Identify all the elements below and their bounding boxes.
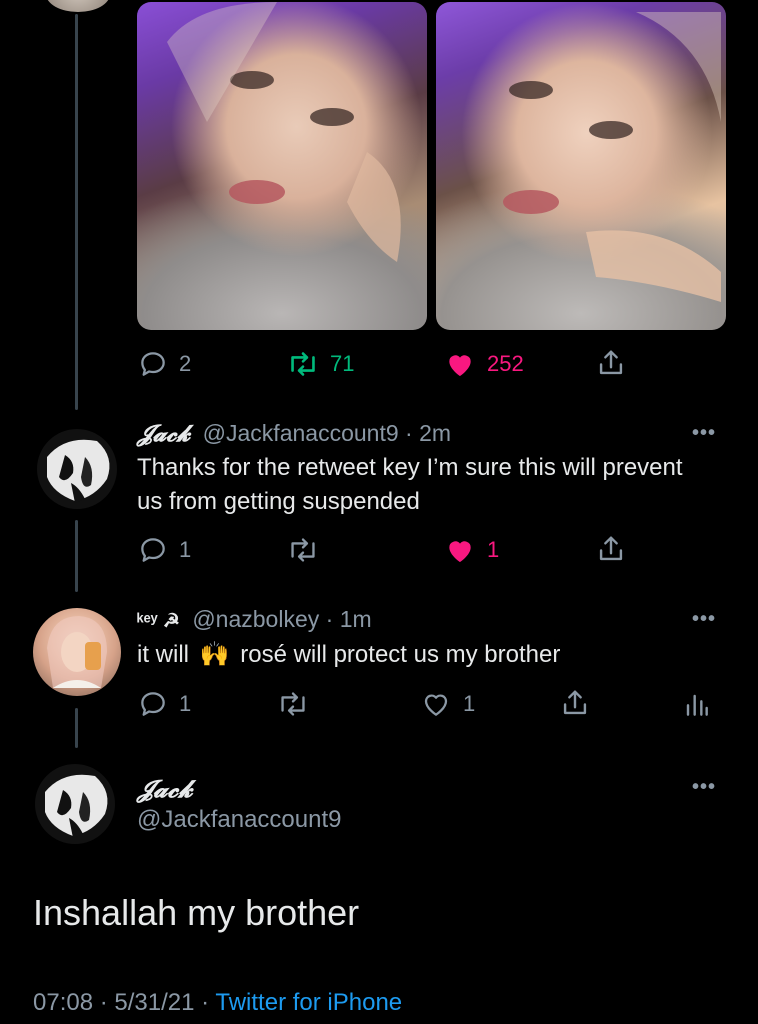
retweet-icon xyxy=(291,538,315,562)
retweet-action[interactable] xyxy=(276,688,310,720)
heart-outline-icon xyxy=(424,694,448,716)
reply-count: 2 xyxy=(179,351,192,376)
tweet-text: Inshallah my brother xyxy=(33,892,360,933)
reply-text-start: it will xyxy=(137,641,189,668)
reply-text-end: rosé will protect us my brother xyxy=(240,641,561,668)
user-avatar[interactable] xyxy=(33,762,117,846)
tweet-time: 07:08 xyxy=(33,989,94,1016)
separator: · xyxy=(201,989,216,1016)
reply-text: it will 🙌 rosé will protect us my brothe… xyxy=(137,638,737,672)
top-avatar[interactable] xyxy=(46,0,110,12)
tweet-photo-2[interactable] xyxy=(436,2,726,330)
like-action[interactable]: 1 xyxy=(419,688,475,720)
retweet-action[interactable]: 71 xyxy=(286,348,354,380)
like-count: 1 xyxy=(463,691,476,716)
retweet-icon xyxy=(291,352,315,376)
raising-hands-emoji: 🙌 xyxy=(199,641,230,668)
user-avatar[interactable] xyxy=(33,425,121,513)
more-options-icon[interactable]: ••• xyxy=(692,776,716,799)
analytics-icon xyxy=(686,694,708,716)
more-options-icon[interactable]: ••• xyxy=(692,608,716,631)
timestamp[interactable]: · 1m xyxy=(326,606,372,632)
tweet-meta: 07:08 · 5/31/21 · Twitter for iPhone xyxy=(33,989,402,1017)
photo-illustration xyxy=(503,12,721,302)
tweet-photo-1[interactable] xyxy=(137,2,427,330)
timestamp[interactable]: · 2m xyxy=(405,420,451,446)
display-name[interactable]: ᵏᵉʸ ☭ xyxy=(137,611,180,632)
reply-icon xyxy=(141,352,165,376)
reply-count: 1 xyxy=(179,537,192,562)
separator: · xyxy=(99,989,115,1016)
reply-action[interactable]: 1 xyxy=(137,688,191,720)
retweet-action[interactable] xyxy=(286,534,320,566)
share-action[interactable] xyxy=(558,686,592,720)
like-action[interactable]: 1 xyxy=(443,534,499,566)
handle[interactable]: @Jackfanaccount9 xyxy=(203,420,399,446)
reply-action[interactable]: 2 xyxy=(137,348,191,380)
reply-text: Thanks for the retweet key I’m sure this… xyxy=(137,454,683,515)
reply-icon xyxy=(141,538,165,562)
retweet-icon xyxy=(281,692,305,716)
display-name[interactable]: 𝓙𝓪𝓬𝓴 xyxy=(137,420,190,447)
handle[interactable]: @nazbolkey xyxy=(192,606,319,632)
display-name[interactable]: 𝓙𝓪𝓬𝓴 xyxy=(137,774,193,803)
tweet-source-link[interactable]: Twitter for iPhone xyxy=(215,989,402,1016)
avatar-illustration xyxy=(37,429,117,509)
share-icon xyxy=(563,690,587,715)
avatar-illustration xyxy=(47,616,107,688)
like-action[interactable]: 252 xyxy=(443,348,524,380)
reply-count: 1 xyxy=(179,691,192,716)
thread-line xyxy=(75,520,78,592)
tweet-date: 5/31/21 xyxy=(114,989,195,1016)
reply-header: ᵏᵉʸ ☭ @nazbolkey · 1m xyxy=(137,606,372,633)
retweet-count: 71 xyxy=(330,351,355,376)
like-count: 1 xyxy=(487,537,500,562)
analytics-action[interactable] xyxy=(682,688,710,720)
more-options-icon[interactable]: ••• xyxy=(692,422,716,445)
reply-header: 𝓙𝓪𝓬𝓴 @Jackfanaccount9 · 2m xyxy=(137,420,451,447)
like-count: 252 xyxy=(487,351,524,376)
share-action[interactable] xyxy=(594,346,628,380)
share-action[interactable] xyxy=(594,532,628,566)
avatar-illustration xyxy=(35,764,115,844)
heart-icon xyxy=(449,541,471,562)
photo-illustration xyxy=(167,2,401,262)
reply-action[interactable]: 1 xyxy=(137,534,191,566)
handle[interactable]: @Jackfanaccount9 xyxy=(137,806,341,834)
heart-icon xyxy=(449,355,471,376)
share-icon xyxy=(599,350,623,375)
reply-icon xyxy=(141,692,165,716)
thread-line xyxy=(75,14,78,410)
thread-line xyxy=(75,708,78,748)
user-avatar[interactable] xyxy=(33,608,121,696)
share-icon xyxy=(599,536,623,561)
